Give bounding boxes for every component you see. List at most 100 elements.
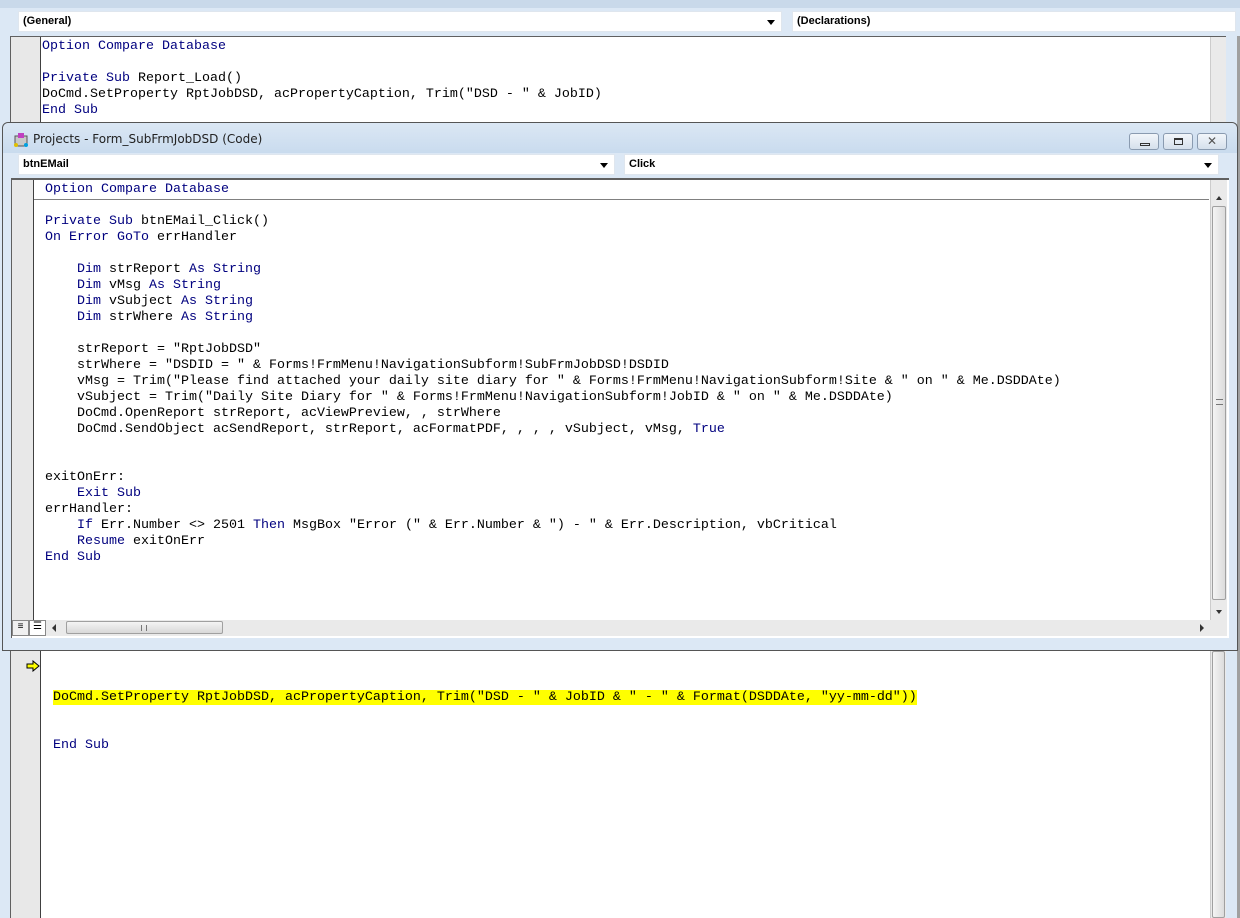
close-icon: ✕ [1206, 134, 1218, 148]
procedure-combo[interactable]: Click [624, 154, 1219, 175]
code-keyword: As String [188, 262, 261, 277]
procedure-combo[interactable]: (Declarations) [792, 11, 1236, 32]
code-line[interactable]: On Error GoTo errHandler [45, 230, 1061, 246]
code-token: vSubject = Trim("Daily Site Diary for " … [45, 390, 893, 405]
scroll-right-icon[interactable] [1200, 624, 1204, 632]
scroll-down-icon[interactable] [1216, 610, 1222, 614]
code-line[interactable]: Private Sub btnEMail_Click() [45, 214, 1061, 230]
code-line[interactable]: End Sub [45, 550, 1061, 566]
code-keyword: As String [180, 310, 253, 325]
horizontal-scrollbar[interactable] [46, 620, 1210, 636]
code-line[interactable]: Dim vMsg As String [45, 278, 1061, 294]
code-line[interactable]: Private Sub Report_Load() [42, 71, 602, 87]
chevron-down-icon[interactable] [1204, 163, 1212, 168]
margin-indicator-bar[interactable] [12, 180, 34, 620]
code-token: Report_Load() [129, 71, 242, 86]
object-combo[interactable]: btnEMail [18, 154, 615, 175]
code-line[interactable]: strWhere = "DSDID = " & Forms!FrmMenu!Na… [45, 358, 1061, 374]
code-keyword: Private Sub [42, 71, 130, 86]
code-keyword: Private Sub [45, 214, 133, 229]
code-line[interactable] [42, 55, 602, 71]
scrollbar-thumb[interactable] [1212, 651, 1225, 918]
procedure-view-icon: ≡ [17, 621, 24, 632]
code-text-bottom[interactable]: DoCmd.SetProperty RptJobDSD, acPropertyC… [53, 658, 917, 786]
code-keyword: Option Compare Database [42, 39, 226, 54]
size-grip-icon[interactable] [1210, 620, 1227, 636]
code-line[interactable]: Resume exitOnErr [45, 534, 1061, 550]
code-line[interactable]: strReport = "RptJobDSD" [45, 342, 1061, 358]
code-token: strReport = "RptJobDSD" [45, 342, 261, 357]
scrollbar-thumb[interactable] [66, 621, 223, 634]
code-keyword: Dim [77, 294, 101, 309]
procedure-combo-value: Click [629, 158, 656, 170]
code-keyword: Dim [77, 278, 101, 293]
scroll-left-icon[interactable] [52, 624, 56, 632]
full-module-view-button[interactable]: ☰ [29, 620, 46, 636]
code-line[interactable]: Option Compare Database [45, 182, 1061, 198]
code-line[interactable]: DoCmd.SetProperty RptJobDSD, acPropertyC… [42, 87, 602, 103]
window-title: Projects - Form_SubFrmJobDSD (Code) [33, 132, 263, 146]
code-line[interactable]: exitOnErr: [45, 470, 1061, 486]
code-keyword: Dim [77, 262, 101, 277]
code-token: MsgBox "Error (" & Err.Number & ") - " &… [284, 518, 837, 533]
scroll-up-icon[interactable] [1216, 196, 1222, 200]
code-keyword: Exit Sub [77, 486, 141, 501]
code-keyword: Resume [77, 534, 125, 549]
code-line[interactable] [45, 198, 1061, 214]
code-line[interactable]: DoCmd.OpenReport strReport, acViewPrevie… [45, 406, 1061, 422]
code-token: strWhere = "DSDID = " & Forms!FrmMenu!Na… [45, 358, 669, 373]
current-line-arrow-icon [26, 659, 40, 673]
procedure-combo-value: (Declarations) [797, 15, 871, 27]
code-token: exitOnErr [125, 534, 205, 549]
code-keyword: On Error GoTo [45, 230, 149, 245]
code-text-top[interactable]: Option Compare Database Private Sub Repor… [42, 39, 602, 119]
code-line[interactable]: End Sub [53, 738, 917, 754]
execution-highlighted-line[interactable]: DoCmd.SetProperty RptJobDSD, acPropertyC… [53, 690, 917, 705]
code-keyword: As String [149, 278, 221, 293]
code-line[interactable]: Dim vSubject As String [45, 294, 1061, 310]
chevron-down-icon[interactable] [600, 163, 608, 168]
code-line[interactable] [45, 454, 1061, 470]
code-line[interactable]: errHandler: [45, 502, 1061, 518]
code-line[interactable]: vSubject = Trim("Daily Site Diary for " … [45, 390, 1061, 406]
code-keyword: Then [252, 518, 285, 533]
code-line[interactable]: End Sub [42, 103, 602, 119]
code-line[interactable]: If Err.Number <> 2501 Then MsgBox "Error… [45, 518, 1061, 534]
procedure-view-button[interactable]: ≡ [12, 620, 29, 636]
vba-project-icon [13, 132, 29, 148]
maximize-button[interactable] [1163, 133, 1193, 150]
scrollbar-thumb[interactable] [1212, 206, 1226, 600]
code-line[interactable]: Exit Sub [45, 486, 1061, 502]
code-line[interactable]: Dim strReport As String [45, 262, 1061, 278]
code-text[interactable]: Option Compare Database Private Sub btnEM… [45, 182, 1061, 566]
chevron-down-icon[interactable] [767, 20, 775, 25]
code-token: Err.Number <> 2501 [93, 518, 253, 533]
code-token: errHandler [148, 230, 237, 245]
close-button[interactable]: ✕ [1197, 133, 1227, 150]
grip-icon [1216, 399, 1223, 405]
code-token: btnEMail_Click() [132, 214, 269, 229]
code-token: DoCmd.SendObject acSendReport, strReport… [45, 422, 693, 437]
code-keyword: True [692, 422, 725, 437]
minimize-button[interactable] [1129, 133, 1159, 150]
object-combo[interactable]: (General) [18, 11, 782, 32]
code-line[interactable] [45, 246, 1061, 262]
code-line[interactable] [45, 326, 1061, 342]
object-combo-value: btnEMail [23, 158, 69, 170]
code-line[interactable]: Option Compare Database [42, 39, 602, 55]
vertical-scrollbar[interactable] [1210, 180, 1227, 620]
code-keyword: As String [180, 294, 253, 309]
code-line[interactable]: Dim strWhere As String [45, 310, 1061, 326]
code-keyword: End Sub [53, 738, 109, 753]
code-line[interactable] [45, 438, 1061, 454]
code-token: errHandler: [45, 502, 133, 517]
code-keyword: If [77, 518, 93, 533]
code-line[interactable]: vMsg = Trim("Please find attached your d… [45, 374, 1061, 390]
code-token: strWhere [101, 310, 181, 325]
code-token: vSubject [101, 294, 181, 309]
code-line[interactable]: DoCmd.SendObject acSendReport, strReport… [45, 422, 1061, 438]
